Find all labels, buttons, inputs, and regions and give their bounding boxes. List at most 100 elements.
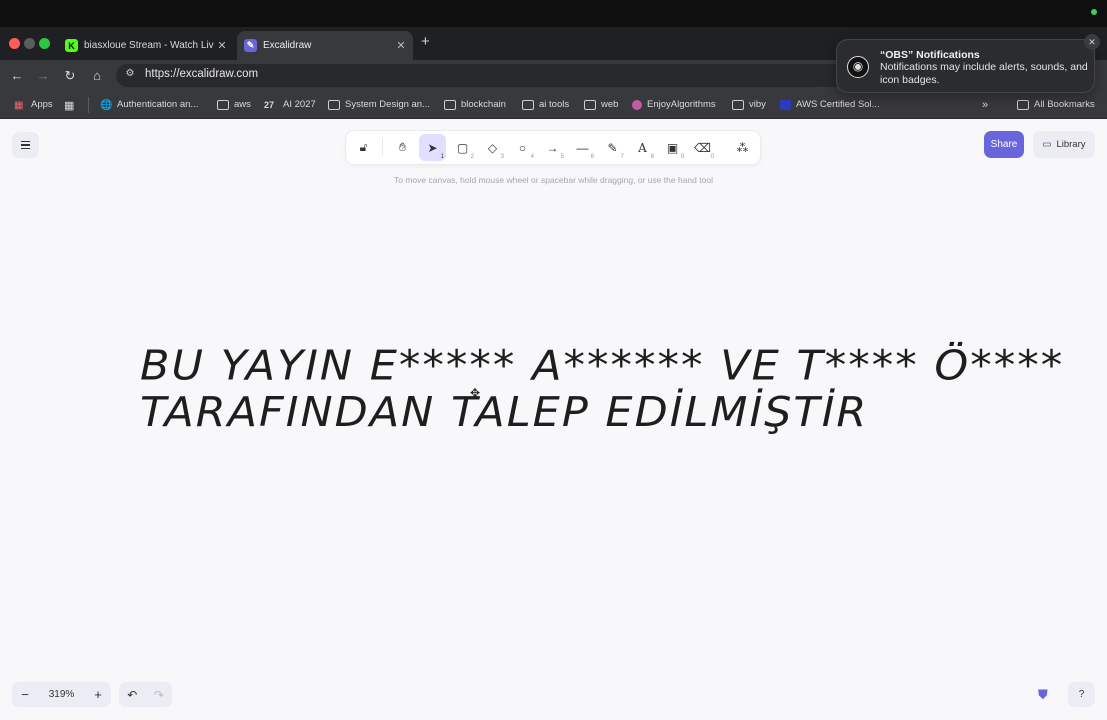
notification-title: “OBS” Notifications — [880, 49, 980, 61]
grid-icon: ▦ — [14, 99, 24, 111]
bookmark-blockchain[interactable]: blockchain — [444, 99, 506, 110]
globe-icon: 🌐 — [100, 99, 113, 111]
canvas-text-line-1: BU YAYIN E***** A****** VE T**** Ö**** — [140, 342, 1065, 390]
bookmark-apps[interactable]: ▦ Apps — [14, 99, 53, 111]
minimize-window-button[interactable] — [24, 38, 35, 49]
forward-icon[interactable]: → — [34, 67, 52, 85]
hand-icon: ✋︎ — [399, 140, 406, 154]
image-tool[interactable]: ▣ 9 — [659, 134, 686, 161]
eraser-tool[interactable]: ⌫ 0 — [689, 134, 716, 161]
rectangle-icon: ▢ — [456, 140, 469, 155]
image-icon: ▣ — [666, 140, 679, 155]
bookmark-web[interactable]: web — [584, 99, 618, 110]
url-text: https://excalidraw.com — [145, 68, 259, 80]
bookmark-enjoyalgorithms[interactable]: EnjoyAlgorithms — [632, 99, 716, 110]
help-button[interactable]: ? — [1068, 682, 1095, 707]
site-icon — [632, 99, 642, 110]
zoom-in-button[interactable]: + — [85, 687, 111, 702]
url-input[interactable]: ⚙ https://excalidraw.com — [116, 64, 846, 87]
tab-title: biasxloue Stream - Watch Live — [84, 40, 214, 51]
bookmark-aws[interactable]: aws — [217, 99, 251, 110]
hand-tool[interactable]: ✋︎ — [389, 134, 416, 161]
bookmark-ai-tools[interactable]: ai tools — [522, 99, 569, 110]
bookmarks-bar: ▦ Apps ▦ 🌐 Authentication an... aws 27 AI 2… — [0, 91, 1107, 119]
arrow-icon: → — [546, 140, 559, 155]
tab-close-icon[interactable]: ✕ — [214, 39, 230, 52]
eraser-icon: ⌫ — [694, 140, 711, 155]
obs-icon: ◉ — [847, 56, 869, 78]
pencil-icon: ✎ — [607, 140, 618, 155]
encryption-shield-icon[interactable]: ⛊ — [1038, 687, 1053, 702]
selection-tool[interactable]: ➤ 1 — [419, 134, 446, 161]
ellipse-tool[interactable]: ○ 4 — [509, 134, 536, 161]
lock-tool[interactable]: 🔓︎ — [350, 134, 377, 161]
arrow-tool[interactable]: → 5 — [539, 134, 566, 161]
folder-icon — [732, 99, 744, 110]
line-tool[interactable]: —6 — [569, 134, 596, 161]
tab-close-icon[interactable]: ✕ — [393, 39, 409, 52]
canvas-hint: To move canvas, hold mouse wheel or spac… — [394, 175, 713, 185]
27-icon: 27 — [264, 99, 275, 110]
folder-icon — [584, 99, 596, 110]
pointer-icon: ➤ — [427, 140, 438, 155]
obs-notification[interactable]: ◉ “OBS” Notifications Notifications may … — [836, 34, 1100, 93]
help-icon: ? — [1078, 689, 1085, 700]
more-tools-button[interactable]: ⁂ — [729, 134, 756, 161]
folder-icon — [328, 99, 340, 110]
notification-close-icon[interactable]: ✕ — [1084, 34, 1100, 50]
folder-icon — [217, 99, 229, 110]
text-tool[interactable]: A8 — [629, 134, 656, 161]
library-button[interactable]: ▭ Library — [1033, 131, 1095, 158]
more-bookmarks-icon[interactable]: » — [982, 99, 988, 111]
excalidraw-canvas[interactable]: 🔓︎ ✋︎ ➤ 1 ▢ 2 ◇ 3 ○ 4 → 5 —6 ✎ 7 A8 ▣ 9 ⌫ 0 ⁂ To… — [0, 119, 1107, 720]
lock-icon: 🔓︎ — [359, 140, 368, 154]
bookmark-separator — [88, 97, 89, 113]
back-icon[interactable]: ← — [8, 67, 26, 85]
notification-body: Notifications may include alerts, sounds… — [880, 61, 1088, 86]
canvas-text-element[interactable]: BU YAYIN E***** A****** VE T**** Ö**** T… — [140, 343, 1064, 436]
system-menubar — [0, 0, 1107, 27]
toolbar-divider — [382, 139, 383, 156]
zoom-out-button[interactable]: − — [12, 687, 38, 702]
home-icon[interactable]: ⌂ — [88, 67, 106, 85]
ellipse-icon: ○ — [518, 140, 527, 155]
canvas-text-line-2: TARAFINDAN TALEP EDİLMİŞTİR — [140, 389, 869, 437]
zoom-reset-button[interactable]: 319% — [38, 689, 85, 700]
folder-icon — [444, 99, 456, 110]
close-window-button[interactable] — [9, 38, 20, 49]
reload-icon[interactable]: ↻ — [61, 67, 79, 85]
rectangle-tool[interactable]: ▢ 2 — [449, 134, 476, 161]
undo-button[interactable]: ↶ — [119, 688, 146, 702]
text-icon: A — [638, 140, 647, 155]
redo-button[interactable]: ↷ — [146, 688, 173, 702]
line-icon: — — [576, 140, 589, 155]
kick-icon: K — [65, 39, 78, 52]
bookmark-viby[interactable]: viby — [732, 99, 766, 110]
diamond-tool[interactable]: ◇ 3 — [479, 134, 506, 161]
tab-groups-icon-glyph: ▦ — [64, 100, 75, 112]
diamond-icon: ◇ — [487, 140, 498, 155]
share-button[interactable]: Share — [984, 131, 1024, 158]
shapes-icon: ⁂ — [736, 140, 749, 155]
bookmark-aws-certified[interactable]: AWS Certified Sol... — [780, 99, 880, 110]
book-icon: ▭ — [1042, 139, 1052, 150]
draw-tool[interactable]: ✎ 7 — [599, 134, 626, 161]
status-dot — [1091, 9, 1097, 15]
new-tab-button[interactable]: + — [421, 33, 430, 50]
folder-icon — [522, 99, 534, 110]
move-cursor-icon: ✥ — [470, 386, 481, 400]
bookmark-ai-2027[interactable]: 27 AI 2027 — [264, 99, 316, 110]
tab-kick-stream[interactable]: K biasxloue Stream - Watch Live ✕ — [58, 31, 234, 60]
tools-toolbar: 🔓︎ ✋︎ ➤ 1 ▢ 2 ◇ 3 ○ 4 → 5 —6 ✎ 7 A8 ▣ 9 ⌫ 0 ⁂ — [346, 131, 760, 164]
tab-title: Excalidraw — [263, 40, 312, 51]
tab-groups-icon[interactable]: ▦ — [64, 99, 81, 112]
tab-excalidraw[interactable]: ✎ Excalidraw ✕ — [237, 31, 413, 60]
zoom-controls: − 319% + — [12, 682, 111, 707]
main-menu-button[interactable] — [12, 132, 39, 158]
all-bookmarks[interactable]: All Bookmarks — [1017, 99, 1095, 110]
maximize-window-button[interactable] — [39, 38, 50, 49]
bookmark-system-design[interactable]: System Design an... — [328, 99, 430, 110]
site-settings-icon[interactable]: ⚙ — [123, 68, 137, 82]
library-label: Library — [1056, 139, 1086, 150]
bookmark-authentication[interactable]: 🌐 Authentication an... — [100, 99, 198, 111]
